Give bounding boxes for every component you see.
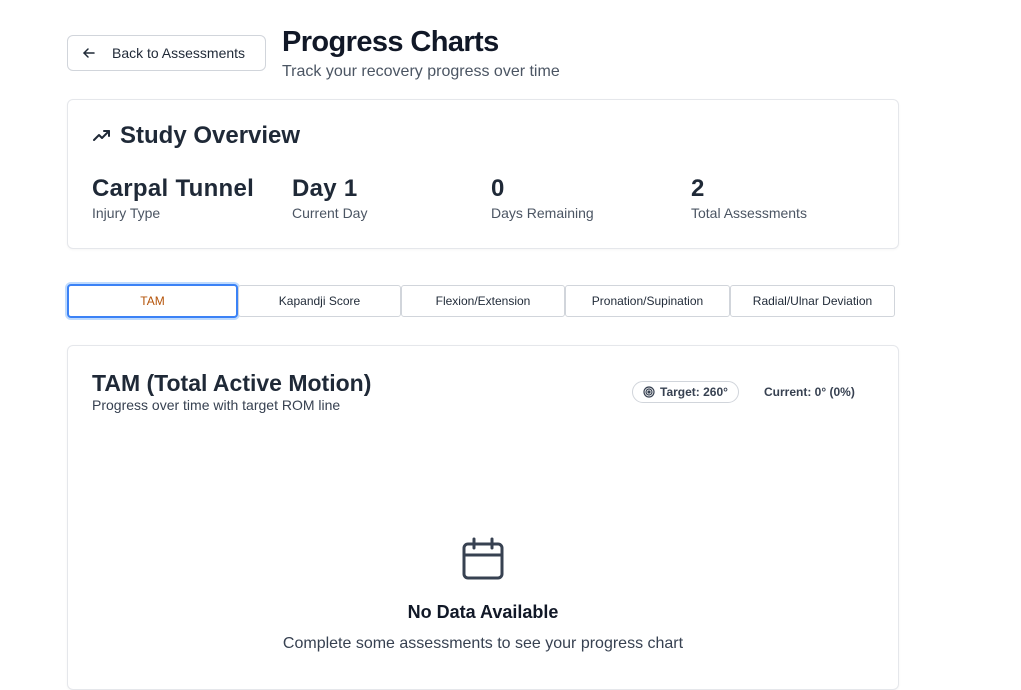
empty-state-title: No Data Available [407, 602, 559, 622]
calendar-icon [460, 536, 506, 582]
tab-kapandji-score[interactable]: Kapandji Score [238, 285, 401, 317]
chart-subtitle: Progress over time with target ROM line [92, 397, 341, 413]
stat-value: 2 [691, 175, 705, 202]
back-button-label: Back to Assessments [112, 45, 246, 61]
study-overview-card: Study Overview Carpal Tunnel Injury Type… [67, 99, 899, 249]
page-title: Progress Charts [282, 26, 499, 58]
empty-state-message: Complete some assessments to see your pr… [282, 635, 684, 652]
empty-state: No Data Available Complete some assessme… [68, 536, 898, 653]
stat-label: Days Remaining [491, 205, 594, 221]
tab-pronation-supination[interactable]: Pronation/Supination [565, 285, 730, 317]
current-value-label: Current: 0° (0%) [764, 385, 855, 399]
stat-value: 0 [491, 175, 505, 202]
stat-label: Total Assessments [691, 205, 807, 221]
target-label: Target: 260° [660, 385, 728, 399]
metric-tabs: TAM Kapandji Score Flexion/Extension Pro… [67, 283, 895, 318]
progress-chart-card: TAM (Total Active Motion) Progress over … [67, 345, 899, 690]
target-badge: Target: 260° [632, 381, 739, 403]
tab-flexion-extension[interactable]: Flexion/Extension [401, 285, 565, 317]
stat-value: Carpal Tunnel [92, 175, 255, 202]
stat-current-day: Day 1 Current Day [292, 174, 367, 222]
stat-label: Injury Type [92, 205, 161, 221]
stat-total-assessments: 2 Total Assessments [691, 174, 807, 222]
tab-radial-ulnar-deviation[interactable]: Radial/Ulnar Deviation [730, 285, 895, 317]
stat-value: Day 1 [292, 175, 358, 202]
stat-days-remaining: 0 Days Remaining [491, 174, 594, 222]
stat-label: Current Day [292, 205, 368, 221]
tab-tam[interactable]: TAM [67, 284, 238, 318]
study-overview-title: Study Overview [120, 122, 301, 149]
page-subtitle: Track your recovery progress over time [282, 63, 560, 80]
back-to-assessments-button[interactable]: Back to Assessments [67, 35, 266, 71]
study-overview-header: Study Overview [92, 122, 300, 150]
stat-injury-type: Carpal Tunnel Injury Type [92, 174, 254, 222]
trending-up-icon [92, 126, 112, 146]
arrow-left-icon [82, 46, 96, 60]
chart-title: TAM (Total Active Motion) [92, 370, 372, 396]
target-icon [643, 386, 655, 398]
